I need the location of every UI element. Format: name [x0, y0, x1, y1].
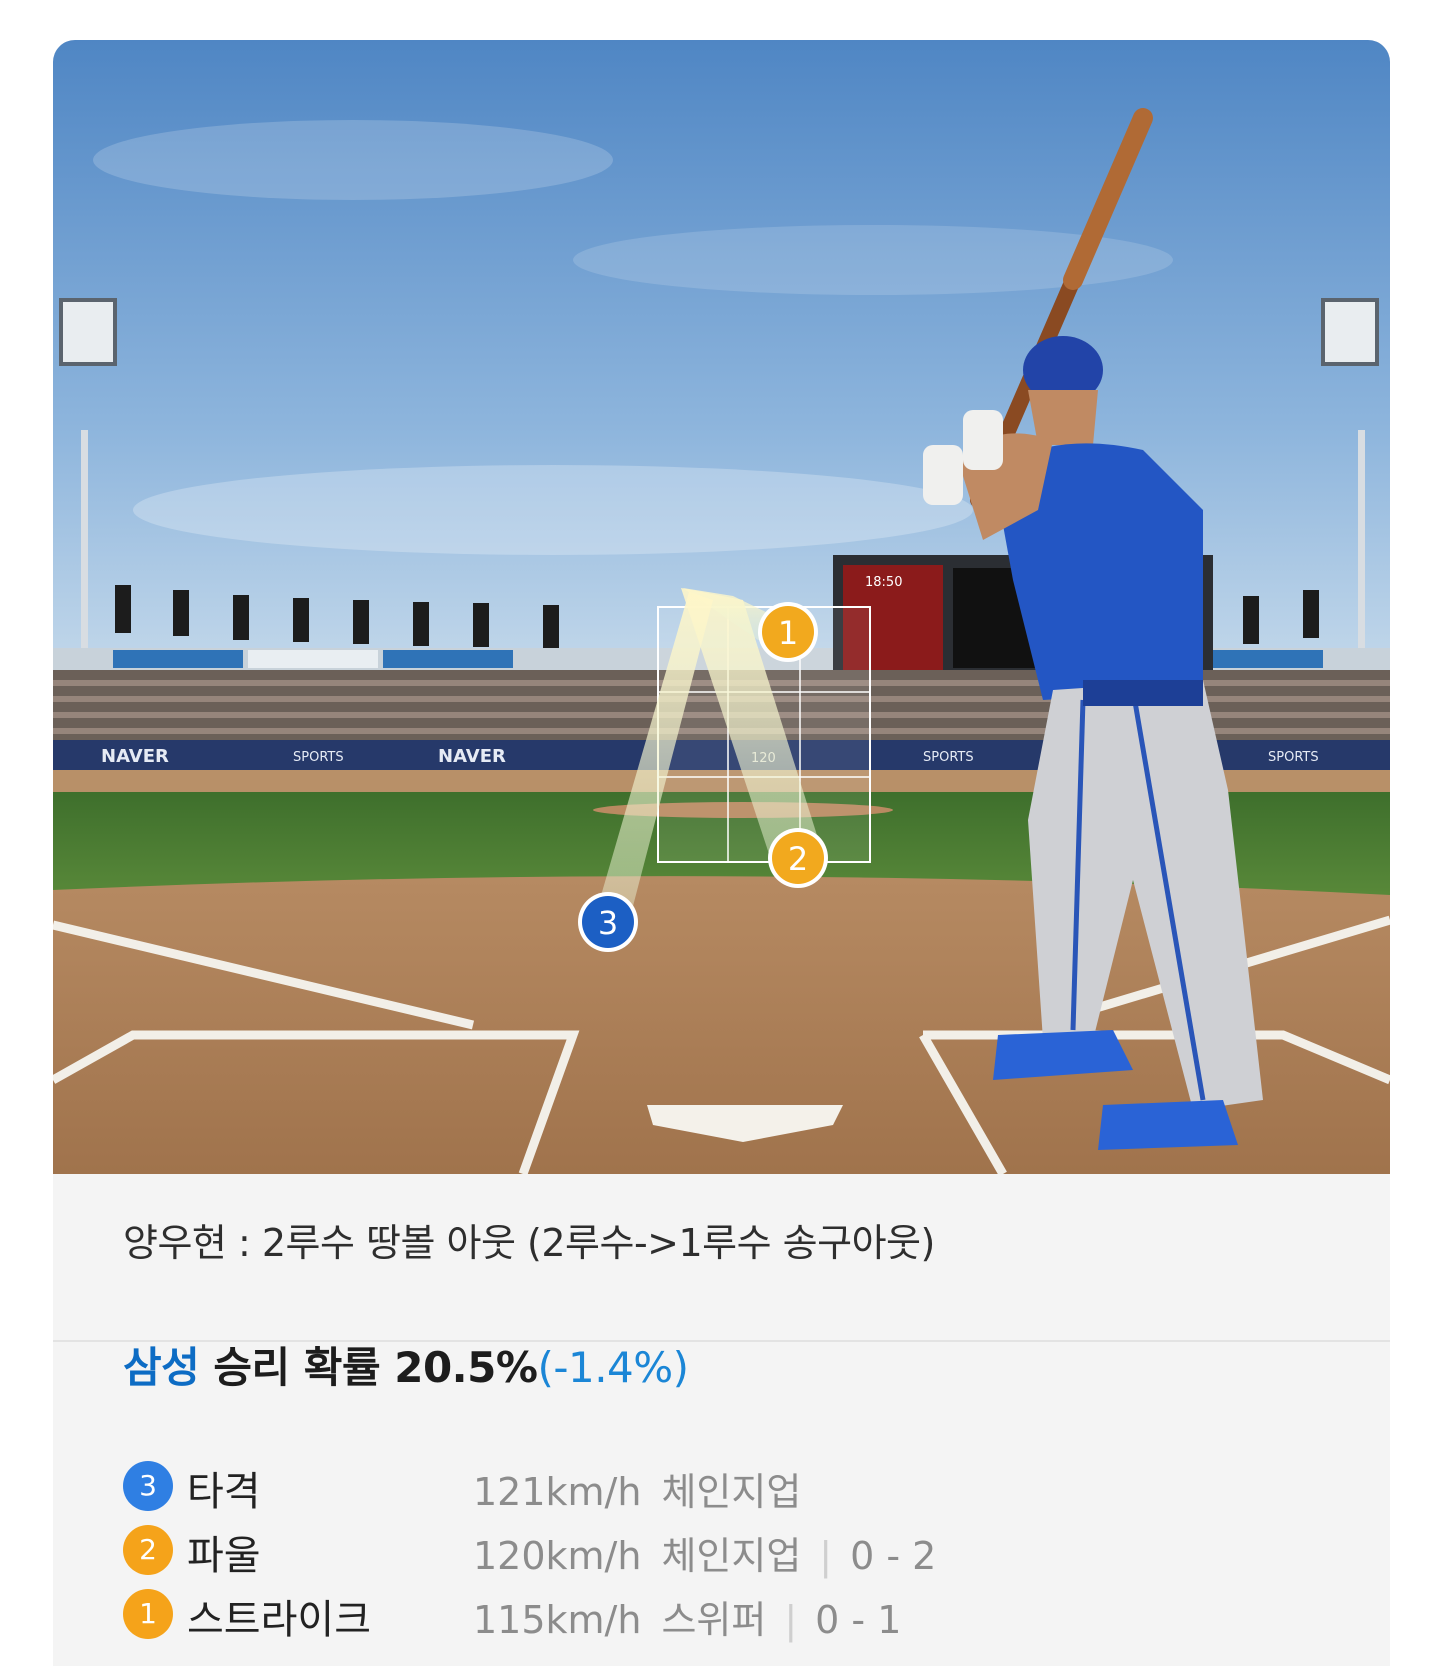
pitch-marker-2[interactable]: 2: [768, 828, 828, 888]
pitch-speed: 120km/h: [473, 1534, 642, 1578]
pitch-type: 스트라이크: [187, 1597, 371, 1643]
win-prob-delta: (-1.4%): [537, 1343, 689, 1392]
pitch-kind: 체인지업: [661, 1534, 802, 1578]
pitch-scene: 18:50 NAVER SPORTS NAVER SPORTS SPORTS 1…: [53, 40, 1390, 1174]
marker-1-label: 1: [778, 614, 798, 652]
divider: |: [784, 1598, 798, 1642]
pitch-detail: 121km/h 체인지업: [473, 1461, 801, 1516]
divider: |: [819, 1534, 833, 1578]
pitch-speed: 121km/h: [473, 1470, 642, 1514]
board-naver-2: NAVER: [438, 746, 506, 767]
pitch-kind: 스위퍼: [661, 1598, 767, 1642]
scoreboard-time: 18:50: [865, 575, 902, 590]
pitch-detail: 120km/h 체인지업 | 0 - 2: [473, 1525, 936, 1580]
pitch-count: 0 - 2: [850, 1534, 937, 1578]
board-sports-2: SPORTS: [923, 750, 974, 765]
pitch-row-2[interactable]: 2 파울 120km/h 체인지업 | 0 - 2: [123, 1519, 1323, 1583]
pitch-marker-3[interactable]: 3: [578, 892, 638, 952]
pitch-list: 3 타격 121km/h 체인지업 2 파울 120km/h 체인지업 | 0 - 2 …: [123, 1455, 1323, 1647]
win-prob-value: 20.5%: [394, 1343, 538, 1392]
pitch-row-1[interactable]: 1 스트라이크 115km/h 스위퍼 | 0 - 1: [123, 1583, 1323, 1647]
pitch-kind: 체인지업: [661, 1470, 802, 1514]
pitch-badge: 2: [123, 1525, 173, 1575]
board-sports-3: SPORTS: [1268, 750, 1319, 765]
play-result-text: 양우현 : 2루수 땅볼 아웃 (2루수->1루수 송구아웃): [123, 1221, 935, 1265]
pitch-count: 0 - 1: [815, 1598, 902, 1642]
pitch-card: 18:50 NAVER SPORTS NAVER SPORTS SPORTS 1…: [53, 40, 1390, 1666]
pitch-row-3[interactable]: 3 타격 121km/h 체인지업: [123, 1455, 1323, 1519]
win-prob-label: 승리 확률: [213, 1343, 381, 1392]
pitch-type: 파울: [187, 1533, 261, 1579]
pitch-speed: 115km/h: [473, 1598, 642, 1642]
board-sports-1: SPORTS: [293, 750, 344, 765]
pitch-marker-1[interactable]: 1: [758, 602, 818, 662]
board-naver-1: NAVER: [101, 746, 169, 767]
win-prob-team: 삼성: [123, 1343, 200, 1392]
stadium-illustration: 18:50 NAVER SPORTS NAVER SPORTS SPORTS 1…: [53, 40, 1390, 1174]
marker-3-label: 3: [598, 904, 618, 942]
pitch-badge: 1: [123, 1589, 173, 1639]
play-result: 양우현 : 2루수 땅볼 아웃 (2루수->1루수 송구아웃): [53, 1174, 1390, 1342]
pitch-detail: 115km/h 스위퍼 | 0 - 1: [473, 1589, 901, 1644]
marker-2-label: 2: [788, 840, 808, 878]
win-probability: 삼성 승리 확률 20.5%(-1.4%): [123, 1334, 689, 1395]
pitch-type: 타격: [187, 1469, 261, 1515]
pitch-badge: 3: [123, 1461, 173, 1511]
